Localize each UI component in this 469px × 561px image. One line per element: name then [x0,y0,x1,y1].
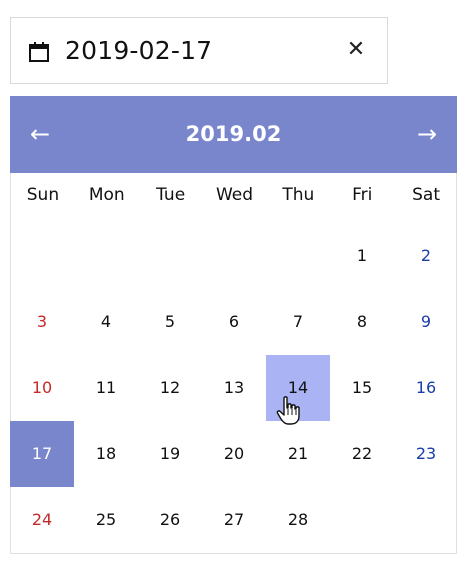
day-cell[interactable]: 11 [74,355,138,421]
month-title: 2019.02 [185,122,282,146]
day-cell[interactable]: 18 [74,421,138,487]
day-cell[interactable]: 10 [10,355,74,421]
weekday-sun: Sun [26,185,60,205]
day-cell[interactable]: 25 [74,487,138,553]
weekday-sat: Sat [412,185,441,205]
day-cell[interactable]: 16 [394,355,458,421]
day-cell[interactable]: 7 [266,289,330,355]
weekday-thu: Thu [282,185,315,205]
calendar-icon [29,42,49,62]
day-cell[interactable]: 28 [266,487,330,553]
day-cell[interactable]: 8 [330,289,394,355]
calendar-week-row: 24 25 26 27 28 [10,487,459,553]
weekday-mon: Mon [88,185,125,205]
weekday-tue: Tue [156,185,186,205]
day-cell[interactable]: 4 [74,289,138,355]
day-cell[interactable]: 15 [330,355,394,421]
calendar-week-row: 17 18 19 20 21 22 23 [10,421,459,487]
day-cell[interactable]: 9 [394,289,458,355]
calendar-week-row: 12 [10,223,459,289]
day-cell[interactable]: 19 [138,421,202,487]
prev-month-button[interactable]: ← [10,96,70,173]
day-cell[interactable]: 26 [138,487,202,553]
day-cell[interactable]: 6 [202,289,266,355]
day-cell[interactable]: 13 [202,355,266,421]
day-cell[interactable]: 3 [10,289,74,355]
next-month-button[interactable]: → [397,96,457,173]
weekday-wed: Wed [215,185,254,205]
day-cell[interactable]: 23 [394,421,458,487]
day-cell[interactable]: 5 [138,289,202,355]
empty-day-cell [394,487,458,553]
empty-day-cell [202,223,266,289]
day-cell-hovered[interactable]: 14 [266,355,330,421]
empty-day-cell [138,223,202,289]
date-input[interactable]: 2019-02-17 ✕ [10,17,388,84]
empty-day-cell [74,223,138,289]
day-cell-selected[interactable]: 17 [10,421,74,487]
clear-button[interactable]: ✕ [343,36,369,64]
empty-day-cell [266,223,330,289]
day-cell[interactable]: 24 [10,487,74,553]
day-cell[interactable]: 2 [394,223,458,289]
calendar-popup: ← 2019.02 → Sun Mon Tue Wed Thu Fri Sat … [10,96,457,554]
weekday-header: Sun Mon Tue Wed Thu Fri Sat [11,173,458,217]
days-grid: 1 2 3 4 5 6 7 8 9 10 11 12 13 14 15 16 17 18 19 20 21 22 23 24 2… [10,223,459,553]
calendar-header: ← 2019.02 → [10,96,457,173]
calendar-week-row: 10 11 12 13 14 15 16 [10,355,459,421]
date-value[interactable]: 2019-02-17 [65,18,212,83]
day-cell[interactable]: 20 [202,421,266,487]
empty-day-cell [330,487,394,553]
calendar-week-row: 3456789 [10,289,459,355]
weekday-fri: Fri [352,185,373,205]
day-cell[interactable]: 27 [202,487,266,553]
day-cell[interactable]: 22 [330,421,394,487]
day-cell[interactable]: 1 [330,223,394,289]
day-cell[interactable]: 21 [266,421,330,487]
day-cell[interactable]: 12 [138,355,202,421]
empty-day-cell [10,223,74,289]
